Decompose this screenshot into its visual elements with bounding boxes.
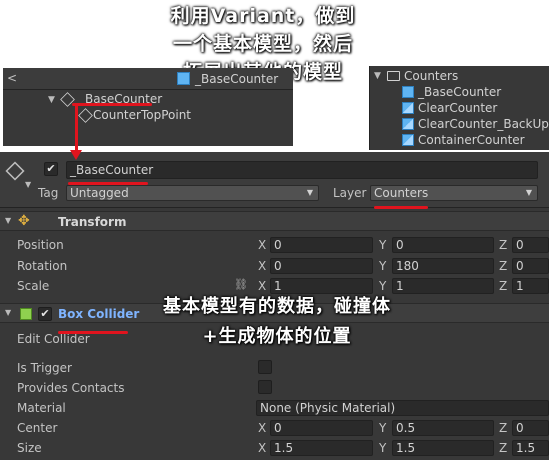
axis-z-label: Z	[499, 421, 508, 435]
annotation-underline-hierarchy	[72, 103, 152, 106]
axis-y-label: Y	[379, 238, 387, 252]
prefab-variant-icon	[402, 102, 414, 114]
tag-value: Untagged	[70, 186, 129, 200]
annotation-arrow-head-icon	[70, 150, 82, 160]
tag-dropdown[interactable]: Untagged ▼	[66, 185, 319, 201]
is-trigger-checkbox[interactable]	[258, 360, 272, 374]
layer-label: Layer	[333, 186, 367, 200]
dropdown-arrow-icon: ▼	[525, 188, 532, 197]
rotation-label: Rotation	[17, 259, 68, 273]
scale-y-field[interactable]: 1	[392, 278, 494, 294]
caption-middle: 基本模型有的数据，碰撞体+生成物体的位置	[163, 296, 391, 347]
axis-x-label: X	[258, 421, 267, 435]
box-collider-enabled-checkbox[interactable]: ✔	[38, 307, 52, 321]
transform-title: Transform	[58, 215, 127, 229]
active-checkbox[interactable]: ✔	[44, 162, 58, 176]
scale-label: Scale	[17, 279, 50, 293]
rotation-z-field[interactable]: 0	[512, 258, 549, 274]
prefab-mode-title: _BaseCounter	[195, 72, 279, 86]
dropdown-arrow-icon: ▼	[306, 188, 313, 197]
chevron-down-icon: ▼	[5, 216, 12, 225]
center-label: Center	[17, 421, 58, 435]
material-label: Material	[17, 401, 66, 415]
layer-dropdown[interactable]: Counters ▼	[370, 185, 538, 201]
prefab-icon	[177, 72, 190, 85]
provides-contacts-label: Provides Contacts	[17, 381, 125, 395]
rotation-x-field[interactable]: 0	[270, 258, 373, 274]
box-collider-title[interactable]: Box Collider	[58, 307, 139, 321]
position-x-field[interactable]: 0	[270, 237, 373, 253]
axis-z-label: Z	[499, 238, 508, 252]
box-collider-icon	[20, 308, 32, 320]
size-z-field[interactable]: 1.5	[512, 440, 549, 456]
project-panel: ▼ Counters _BaseCounter ClearCounter Cle…	[369, 66, 549, 150]
axis-y-label: Y	[379, 421, 387, 435]
axis-x-label: X	[258, 441, 267, 455]
link-icon[interactable]: ⛓	[234, 278, 248, 291]
axis-y-label: Y	[379, 441, 387, 455]
provides-contacts-checkbox[interactable]	[258, 380, 272, 394]
axis-z-label: Z	[499, 279, 508, 293]
center-x-field[interactable]: 0	[270, 420, 373, 436]
axis-x-label: X	[258, 259, 267, 273]
is-trigger-label: Is Trigger	[17, 361, 72, 375]
hierarchy-item-countertoppoint[interactable]: CounterTopPoint	[93, 108, 191, 122]
annotation-arrow-shaft	[75, 105, 78, 153]
layer-value: Counters	[374, 186, 429, 200]
chevron-down-icon[interactable]: ▼	[25, 180, 31, 189]
expand-arrow-icon[interactable]: ▼	[374, 71, 381, 81]
scale-z-field[interactable]: 1	[512, 278, 549, 294]
gameobject-icon	[78, 108, 93, 123]
edit-collider-label: Edit Collider	[17, 332, 90, 346]
expand-arrow-icon[interactable]: ▼	[48, 95, 55, 105]
prefab-variant-icon	[402, 134, 414, 146]
object-name-field[interactable]: _BaseCounter	[66, 161, 538, 179]
prefab-variant-icon	[402, 118, 414, 130]
rotation-y-field[interactable]: 180	[392, 258, 494, 274]
center-z-field[interactable]: 0	[512, 420, 549, 436]
size-label: Size	[17, 441, 42, 455]
position-y-field[interactable]: 0	[392, 237, 494, 253]
axis-x-label: X	[258, 238, 267, 252]
transform-icon: ✥	[18, 213, 30, 229]
size-x-field[interactable]: 1.5	[270, 440, 373, 456]
annotation-underline-layer	[374, 206, 428, 209]
axis-y-label: Y	[379, 259, 387, 273]
inspector-header: ▼ ✔ _BaseCounter Tag Untagged ▼ Layer Co…	[0, 152, 549, 208]
annotation-underline-collider	[58, 331, 128, 334]
axis-z-label: Z	[499, 441, 508, 455]
transform-header[interactable]: ▼ ✥ Transform	[0, 211, 549, 231]
axis-y-label: Y	[379, 279, 387, 293]
axis-x-label: X	[258, 279, 267, 293]
project-item-clearcounter-backup[interactable]: ClearCounter_BackUp	[418, 117, 549, 131]
project-item-containercounter[interactable]: ContainerCounter	[418, 133, 525, 147]
chevron-down-icon: ▼	[5, 308, 12, 317]
position-z-field[interactable]: 0	[512, 237, 549, 253]
prefab-mode-header: < _BaseCounter	[3, 68, 293, 90]
center-y-field[interactable]: 0.5	[392, 420, 494, 436]
project-folder-counters[interactable]: Counters	[404, 69, 458, 83]
gameobject-icon	[5, 161, 25, 181]
material-field[interactable]: None (Physic Material)	[256, 400, 549, 416]
axis-z-label: Z	[499, 259, 508, 273]
size-y-field[interactable]: 1.5	[392, 440, 494, 456]
annotation-underline-name	[68, 182, 148, 185]
back-arrow-icon[interactable]: <	[7, 71, 17, 85]
project-item-basecounter[interactable]: _BaseCounter	[418, 85, 501, 99]
folder-icon	[387, 71, 400, 81]
prefab-icon	[402, 86, 414, 98]
tag-label: Tag	[38, 186, 59, 200]
hierarchy-panel: < _BaseCounter ▼ _BaseCounter CounterTop…	[3, 68, 293, 146]
project-item-clearcounter[interactable]: ClearCounter	[418, 101, 497, 115]
position-label: Position	[17, 238, 64, 252]
